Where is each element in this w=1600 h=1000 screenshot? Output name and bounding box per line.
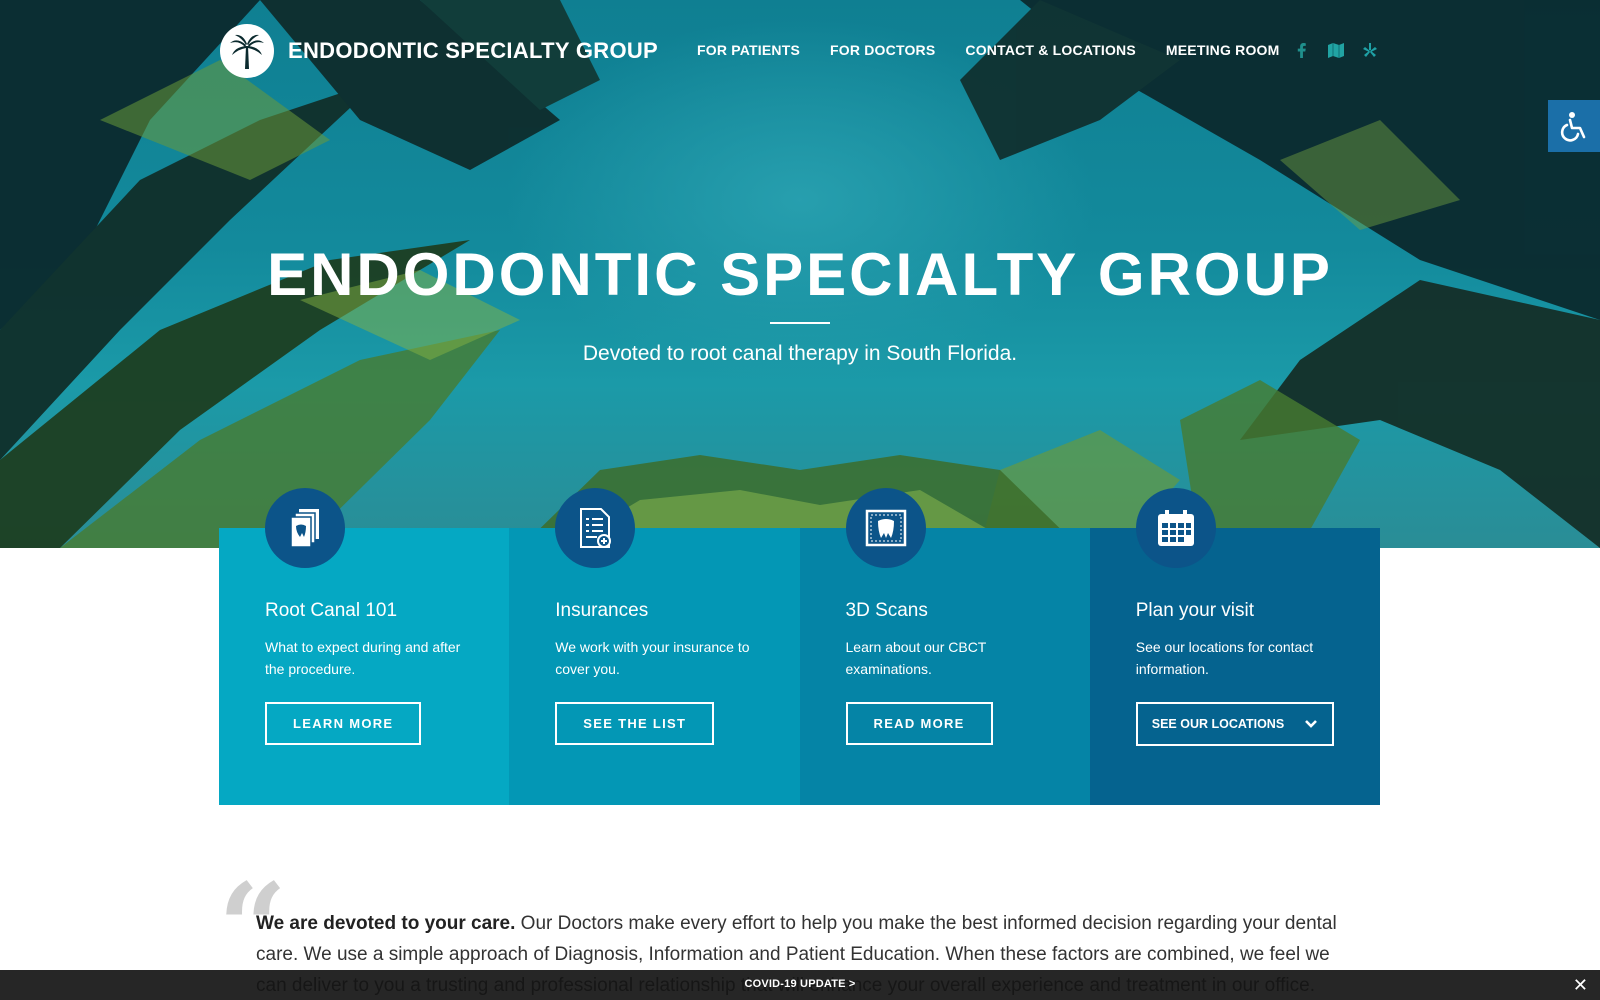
- map-icon[interactable]: [1328, 42, 1344, 58]
- card-title: 3D Scans: [845, 600, 928, 621]
- hero-title: ENDODONTIC SPECIALTY GROUP: [267, 241, 1333, 308]
- learn-more-button[interactable]: LEARN MORE: [265, 702, 422, 745]
- brand-name[interactable]: ENDODONTIC SPECIALTY GROUP: [288, 38, 658, 64]
- palm-logo-icon: [230, 34, 264, 69]
- locations-dropdown[interactable]: SEE OUR LOCATIONS: [1135, 702, 1334, 746]
- calendar-icon: [1135, 488, 1216, 568]
- yelp-icon[interactable]: [1362, 42, 1378, 58]
- card-description: Learn about our CBCT examinations.: [845, 639, 987, 677]
- card-title: Root Canal 101: [265, 600, 398, 621]
- tooth-book-icon: [265, 488, 345, 568]
- card-plan-visit: Plan your visit See our locations for co…: [1089, 488, 1380, 805]
- nav-for-doctors[interactable]: FOR DOCTORS: [830, 42, 935, 58]
- main-nav: FOR PATIENTS FOR DOCTORS CONTACT & LOCAT…: [697, 42, 1280, 58]
- quote-lead: We are devoted to your care.: [256, 913, 516, 934]
- hero-subtitle: Devoted to root canal therapy in South F…: [582, 342, 1018, 365]
- feature-cards: Root Canal 101 What to expect during and…: [219, 488, 1380, 805]
- card-insurances: Insurances We work with your insurance t…: [509, 488, 800, 805]
- card-description: See our locations for contact informatio…: [1135, 639, 1314, 677]
- see-the-list-button[interactable]: SEE THE LIST: [555, 702, 715, 745]
- logo[interactable]: [220, 24, 274, 78]
- social-links: [1294, 42, 1378, 58]
- read-more-button[interactable]: READ MORE: [845, 702, 993, 745]
- covid-update-link[interactable]: COVID-19 UPDATE >: [0, 978, 1600, 990]
- nav-contact-locations[interactable]: CONTACT & LOCATIONS: [965, 42, 1136, 58]
- document-icon: [555, 488, 636, 568]
- nav-for-patients[interactable]: FOR PATIENTS: [697, 42, 800, 58]
- card-title: Plan your visit: [1135, 600, 1255, 621]
- facebook-icon[interactable]: [1294, 42, 1310, 58]
- covid-banner: COVID-19 UPDATE > ✕: [0, 970, 1600, 1000]
- accessibility-icon: [1560, 112, 1586, 142]
- close-icon[interactable]: ✕: [1573, 975, 1588, 996]
- nav-meeting-room[interactable]: MEETING ROOM: [1166, 42, 1280, 58]
- card-root-canal: Root Canal 101 What to expect during and…: [219, 488, 510, 805]
- accessibility-button[interactable]: [1548, 100, 1600, 152]
- card-description: What to expect during and after the proc…: [265, 639, 461, 677]
- card-3d-scans: 3D Scans Learn about our CBCT examinatio…: [799, 488, 1090, 805]
- chevron-down-icon: [1304, 720, 1317, 728]
- scan-tooth-icon: [845, 488, 926, 568]
- hero-divider: [770, 322, 830, 324]
- card-title: Insurances: [555, 600, 649, 621]
- card-description: We work with your insurance to cover you…: [555, 639, 750, 677]
- dropdown-label: SEE OUR LOCATIONS: [1151, 717, 1285, 731]
